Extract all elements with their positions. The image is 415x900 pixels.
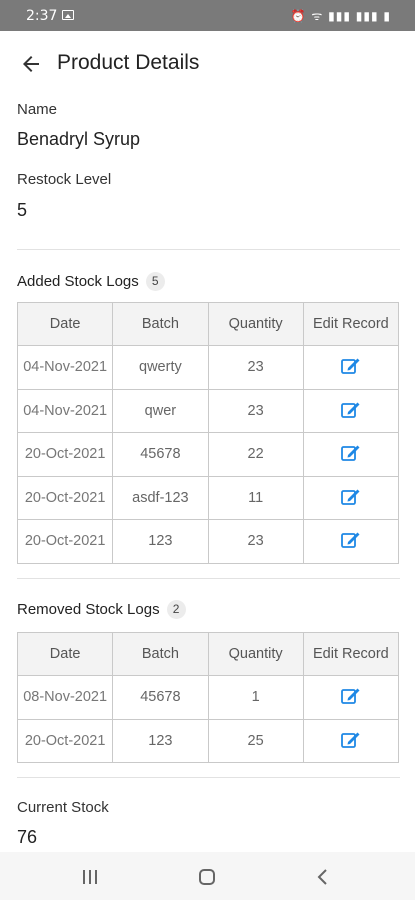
column-header-quantity: Quantity (207, 632, 304, 676)
name-value: Benadryl Syrup (17, 129, 141, 149)
divider (17, 777, 400, 778)
column-header-batch: Batch (112, 302, 209, 346)
cell-quantity: 23 (207, 345, 304, 390)
cell-edit (302, 432, 400, 477)
current-stock-label: Current Stock (17, 799, 109, 816)
table-header-row: Date Batch Quantity Edit Record (16, 632, 400, 676)
status-time: 2:37 (26, 8, 58, 24)
cell-date: 20-Oct-2021 (16, 519, 114, 564)
cell-batch: 45678 (112, 432, 209, 477)
table-row: 08-Nov-2021 45678 1 (16, 675, 400, 720)
cell-quantity: 1 (207, 675, 304, 720)
edit-icon[interactable] (340, 355, 362, 377)
table-row: 20-Oct-2021 123 23 (16, 519, 400, 564)
column-header-edit-record: Edit Record (302, 302, 400, 346)
app-bar: Product Details (0, 31, 415, 95)
cell-quantity: 23 (207, 519, 304, 564)
edit-icon[interactable] (340, 529, 362, 551)
cell-batch: 123 (112, 519, 209, 564)
cell-date: 04-Nov-2021 (16, 388, 114, 433)
cell-date: 20-Oct-2021 (16, 718, 114, 763)
current-stock-value: 76 (17, 827, 38, 847)
cell-batch: asdf-123 (112, 475, 209, 520)
cell-date: 04-Nov-2021 (16, 345, 114, 390)
chevron-left-icon (317, 869, 327, 885)
table-row: 04-Nov-2021 qwerty 23 (16, 345, 400, 390)
restock-level-value: 5 (17, 200, 28, 220)
column-header-batch: Batch (112, 632, 209, 676)
cell-date: 20-Oct-2021 (16, 432, 114, 477)
added-stock-logs-label: Added Stock Logs (17, 273, 139, 290)
cell-date: 08-Nov-2021 (16, 675, 114, 720)
cell-batch: qwer (112, 388, 209, 433)
cell-quantity: 22 (207, 432, 304, 477)
name-label: Name (17, 101, 58, 118)
arrow-left-icon (23, 56, 39, 72)
edit-icon[interactable] (340, 685, 362, 707)
removed-stock-logs-label: Removed Stock Logs (17, 601, 160, 618)
status-bar: 2:37 ⏰ ᯤ ▮▮▮ ▮▮▮ ▮ (0, 0, 415, 31)
edit-icon[interactable] (340, 486, 362, 508)
recents-button[interactable] (70, 862, 110, 892)
table-row: 04-Nov-2021 qwer 23 (16, 388, 400, 433)
cell-edit (302, 519, 400, 564)
edit-icon[interactable] (340, 442, 362, 464)
removed-stock-logs-title: Removed Stock Logs 2 (17, 600, 186, 619)
status-indicators: ⏰ ᯤ ▮▮▮ ▮▮▮ ▮ (290, 9, 391, 23)
cell-edit (302, 388, 400, 433)
page-title: Product Details (57, 51, 200, 74)
divider (17, 249, 400, 250)
table-header-row: Date Batch Quantity Edit Record (16, 302, 400, 346)
cell-batch: 45678 (112, 675, 209, 720)
cell-edit (302, 718, 400, 763)
edit-icon[interactable] (340, 729, 362, 751)
cell-edit (302, 475, 400, 520)
table-row: 20-Oct-2021 123 25 (16, 718, 400, 763)
cell-quantity: 23 (207, 388, 304, 433)
column-header-date: Date (16, 302, 114, 346)
divider (17, 578, 400, 579)
image-notification-icon (62, 10, 74, 20)
added-stock-logs-count-badge: 5 (145, 272, 165, 291)
column-header-quantity: Quantity (207, 302, 304, 346)
table-row: 20-Oct-2021 45678 22 (16, 432, 400, 477)
removed-stock-logs-table: Date Batch Quantity Edit Record 08-Nov-2… (16, 632, 400, 763)
added-stock-logs-table: Date Batch Quantity Edit Record 04-Nov-2… (16, 302, 400, 564)
cell-batch: 123 (112, 718, 209, 763)
table-row: 20-Oct-2021 asdf-123 11 (16, 475, 400, 520)
cell-quantity: 25 (207, 718, 304, 763)
column-header-edit-record: Edit Record (302, 632, 400, 676)
restock-level-label: Restock Level (17, 171, 112, 188)
system-navigation-bar (0, 852, 415, 900)
cell-batch: qwerty (112, 345, 209, 390)
home-icon (199, 869, 215, 885)
cell-edit (302, 345, 400, 390)
cell-edit (302, 675, 400, 720)
added-stock-logs-title: Added Stock Logs 5 (17, 272, 165, 291)
cell-quantity: 11 (207, 475, 304, 520)
cell-date: 20-Oct-2021 (16, 475, 114, 520)
recents-icon (83, 870, 97, 884)
column-header-date: Date (16, 632, 114, 676)
system-back-button[interactable] (303, 862, 343, 892)
edit-icon[interactable] (340, 399, 362, 421)
back-button[interactable] (14, 47, 48, 81)
removed-stock-logs-count-badge: 2 (166, 600, 186, 619)
home-button[interactable] (187, 862, 227, 892)
